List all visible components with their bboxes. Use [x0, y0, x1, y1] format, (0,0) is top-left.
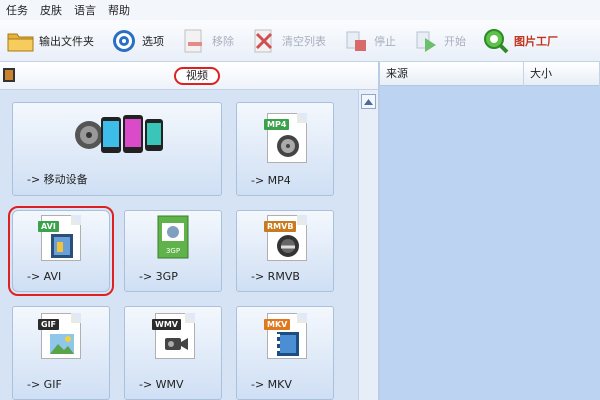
mkv-tag: MKV: [264, 319, 291, 330]
wmv-file-icon: WMV: [152, 313, 195, 359]
tile-label-wmv: -> WMV: [139, 378, 184, 391]
menu-skin[interactable]: 皮肤: [40, 2, 62, 18]
remove-button[interactable]: 移除: [177, 24, 237, 58]
menu-bar: 任务 皮肤 语言 帮助: [0, 0, 600, 20]
tile-label-mobile-devices: -> 移动设备: [27, 173, 88, 186]
toolbar: 输出文件夹 选项 移除 清空列表 停止 开始 图片工厂: [0, 20, 600, 62]
options-button[interactable]: 选项: [107, 24, 167, 58]
folder-icon: [7, 27, 35, 55]
tile-rmvb[interactable]: RMVB -> RMVB: [236, 210, 334, 292]
rmvb-file-icon: RMVB: [264, 215, 307, 261]
format-grid: -> 移动设备 MP4 -> MP4 AVI -> AVI 3GP -> 3GP…: [0, 90, 358, 400]
scroll-up-button[interactable]: [361, 94, 376, 109]
clear-list-label: 清空列表: [282, 34, 326, 48]
column-size[interactable]: 大小: [524, 62, 600, 86]
video-category-icon: [2, 67, 16, 86]
tile-wmv[interactable]: WMV -> WMV: [124, 306, 222, 400]
category-header: 视频: [0, 62, 378, 90]
picture-factory-button[interactable]: 图片工厂: [479, 24, 561, 58]
tile-mp4[interactable]: MP4 -> MP4: [236, 102, 334, 196]
start-button[interactable]: 开始: [409, 24, 469, 58]
stop-label: 停止: [374, 34, 396, 48]
clear-list-icon: [250, 27, 278, 55]
tile-label-avi: -> AVI: [27, 270, 62, 283]
options-label: 选项: [142, 34, 164, 48]
tile-gif[interactable]: GIF -> GIF: [12, 306, 110, 400]
tile-label-rmvb: -> RMVB: [251, 270, 300, 283]
output-folder-button[interactable]: 输出文件夹: [4, 24, 97, 58]
clear-list-button[interactable]: 清空列表: [247, 24, 329, 58]
rmvb-tag: RMVB: [264, 221, 297, 232]
remove-label: 移除: [212, 34, 234, 48]
picture-factory-icon: [482, 27, 510, 55]
format-panel: 视频 -> 移动设备 MP4 -> MP4 AVI -> AVI 3GP -> …: [0, 62, 378, 400]
mobile-devices-icon: [73, 109, 169, 168]
start-icon: [412, 27, 440, 55]
gif-tag: GIF: [38, 319, 60, 330]
gif-file-icon: GIF: [38, 313, 81, 359]
file-list-header: 来源 大小: [380, 62, 600, 86]
tile-label-gif: -> GIF: [27, 378, 62, 391]
avi-file-icon: AVI: [38, 215, 81, 261]
svg-text:3GP: 3GP: [166, 247, 180, 255]
3gp-file-icon: 3GP: [157, 215, 191, 264]
gear-icon: [110, 27, 138, 55]
chevron-up-icon: [364, 95, 373, 108]
menu-language[interactable]: 语言: [74, 2, 96, 18]
file-list-panel: 来源 大小: [380, 62, 600, 400]
tile-mobile-devices[interactable]: -> 移动设备: [12, 102, 222, 196]
start-label: 开始: [444, 34, 466, 48]
wmv-tag: WMV: [152, 319, 181, 330]
mp4-tag: MP4: [264, 119, 290, 130]
picture-factory-label: 图片工厂: [514, 34, 558, 48]
tile-mkv[interactable]: MKV -> MKV: [236, 306, 334, 400]
column-source[interactable]: 来源: [380, 62, 524, 86]
output-folder-label: 输出文件夹: [39, 34, 94, 48]
mp4-file-icon: MP4: [264, 113, 307, 163]
menu-task[interactable]: 任务: [6, 2, 28, 18]
tile-label-mp4: -> MP4: [251, 174, 291, 187]
stop-button[interactable]: 停止: [339, 24, 399, 58]
tile-avi[interactable]: AVI -> AVI: [8, 206, 114, 296]
tile-3gp[interactable]: 3GP -> 3GP: [124, 210, 222, 292]
tile-label-mkv: -> MKV: [251, 378, 292, 391]
mkv-file-icon: MKV: [264, 313, 307, 359]
format-scrollbar[interactable]: [358, 90, 378, 400]
tile-label-3gp: -> 3GP: [139, 270, 178, 283]
avi-tag: AVI: [38, 221, 59, 232]
stop-icon: [342, 27, 370, 55]
category-title-video[interactable]: 视频: [174, 67, 220, 85]
menu-help[interactable]: 帮助: [108, 2, 130, 18]
remove-icon: [180, 27, 208, 55]
